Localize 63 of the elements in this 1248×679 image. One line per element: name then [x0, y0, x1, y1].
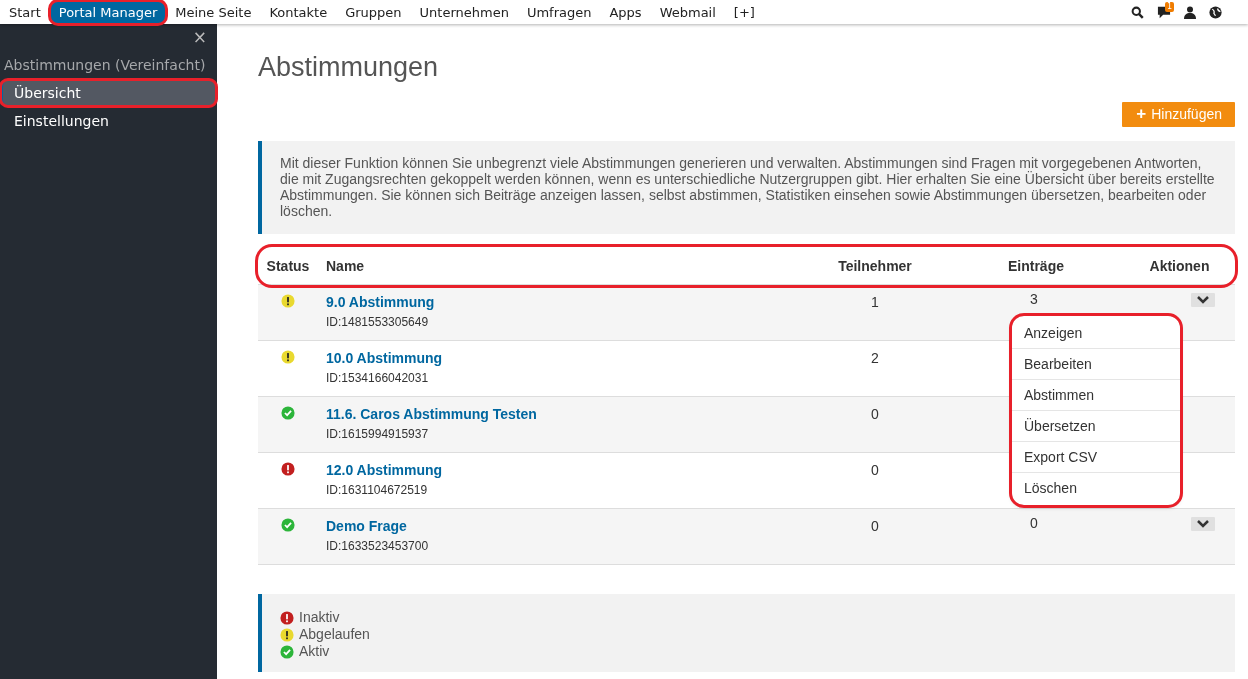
poll-id: ID:1481553305649 — [326, 315, 429, 329]
poll-id: ID:1633523453700 — [326, 539, 429, 553]
sidebar-item[interactable]: Einstellungen — [0, 107, 217, 135]
nav-link[interactable]: Portal Manager — [49, 0, 167, 24]
nav-link[interactable]: Meine Seite — [166, 0, 261, 24]
info-text: Mit dieser Funktion können Sie unbegrenzt viele Abstimmungen generieren und verwalten. Abstimmungen sind Fragen mit vorgegebenen Antworten, die mit Zugangsrechten gekoppelt werden können, wenn es unterschiedliche Nutzergruppen gibt. Hier erhalten Sie eine Übersicht über bereits erstellte Abstimmungen. Sie können sich Beiträge anzeigen lassen, selbst abstimmen, Statistiken einsehen sowie Abstimmungen übersetzen, bearbeiten oder löschen. — [258, 141, 1235, 234]
table-cell: 2 — [871, 350, 879, 366]
chevron-down-icon — [1197, 295, 1209, 305]
table-cell: 0 — [1030, 515, 1038, 531]
chevron-down-icon — [1197, 519, 1209, 529]
column-header: Einträge — [948, 247, 1124, 285]
menu-item[interactable]: Bearbeiten — [1012, 349, 1180, 380]
poll-link[interactable]: 12.0 Abstimmung — [326, 462, 794, 479]
sidebar-heading: Abstimmungen (Vereinfacht) — [3, 56, 207, 75]
column-header: Status — [258, 247, 318, 285]
nav-link[interactable]: Apps — [600, 0, 651, 24]
nav-link[interactable]: Kontakte — [260, 0, 337, 24]
poll-id: ID:1615994915937 — [326, 427, 429, 441]
poll-id: ID:1534166042031 — [326, 371, 429, 385]
sidebar-item[interactable]: Übersicht — [0, 79, 217, 107]
column-header: Name — [318, 247, 802, 285]
nav-link[interactable]: Umfragen — [517, 0, 601, 24]
status-icon — [281, 406, 295, 420]
nav-link[interactable]: Webmail — [650, 0, 725, 24]
dropdown-button[interactable] — [1191, 517, 1215, 531]
legend-label: Abgelaufen — [299, 626, 370, 643]
menu-item[interactable]: Abstimmen — [1012, 380, 1180, 411]
notification-badge: 1 — [1165, 1, 1175, 12]
close-button[interactable]: × — [0, 24, 217, 47]
search-icon[interactable] — [1131, 5, 1144, 19]
dropdown-button[interactable] — [1191, 293, 1215, 307]
nav-link[interactable]: Gruppen — [336, 0, 411, 24]
menu-item[interactable]: Übersetzen — [1012, 411, 1180, 442]
menu-item[interactable]: Anzeigen — [1012, 318, 1180, 349]
nav-link[interactable]: Unternehmen — [410, 0, 518, 24]
table-cell: 3 — [1030, 291, 1038, 307]
page-title: Abstimmungen — [258, 51, 440, 83]
legend-label: Aktiv — [299, 643, 330, 660]
menu-item[interactable]: Löschen — [1012, 473, 1180, 503]
menu-item[interactable]: Export CSV — [1012, 442, 1180, 473]
status-icon — [280, 644, 294, 659]
poll-link[interactable]: 10.0 Abstimmung — [326, 350, 794, 367]
poll-id: ID:1631104672519 — [326, 483, 428, 497]
status-icon — [281, 294, 295, 308]
status-icon — [281, 518, 295, 532]
column-header: Teilnehmer — [802, 247, 948, 285]
table-cell: 1 — [871, 294, 879, 310]
status-icon — [280, 627, 294, 642]
poll-link[interactable]: Demo Frage — [326, 518, 794, 535]
status-icon — [280, 610, 294, 625]
legend-label: Inaktiv — [299, 609, 340, 626]
status-icon — [281, 350, 295, 364]
nav-link[interactable]: [+] — [724, 0, 764, 24]
status-icon — [281, 462, 295, 476]
table-cell: 0 — [871, 462, 879, 478]
column-header: Aktionen — [1124, 247, 1235, 285]
globe-icon[interactable] — [1209, 5, 1222, 19]
nav-link[interactable]: Start — [0, 0, 50, 24]
poll-link[interactable]: 9.0 Abstimmung — [326, 294, 794, 311]
poll-link[interactable]: 11.6. Caros Abstimmung Testen — [326, 406, 794, 423]
user-icon[interactable] — [1184, 5, 1196, 19]
table-cell: 0 — [871, 406, 879, 422]
table-cell: 0 — [871, 518, 879, 534]
